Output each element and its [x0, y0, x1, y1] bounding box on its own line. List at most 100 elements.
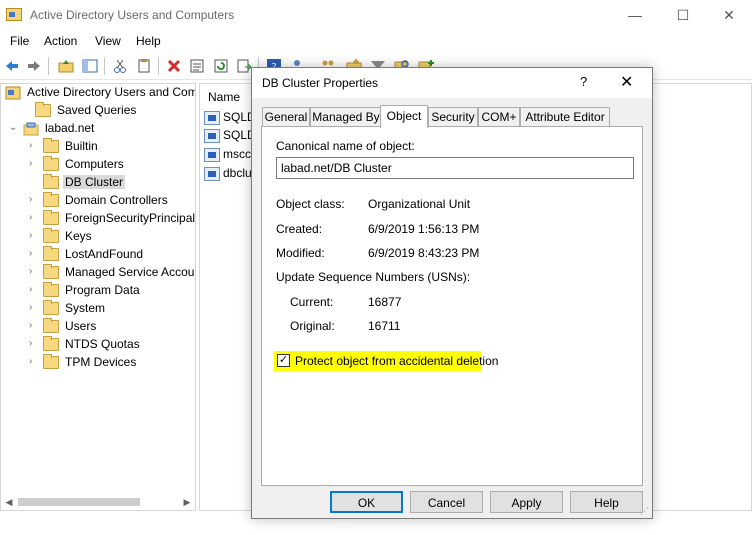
dialog-titlebar: DB Cluster Properties ? ✕: [252, 68, 652, 98]
folder-icon: [35, 102, 51, 117]
chevron-right-icon[interactable]: ›: [29, 267, 39, 277]
tree-item-label: Keys: [65, 229, 92, 243]
computer-icon: [204, 111, 220, 125]
menu-view[interactable]: View: [95, 34, 121, 48]
canonical-name-label: Canonical name of object:: [276, 139, 415, 153]
tab-object[interactable]: Object: [380, 105, 428, 128]
tree-item-label: Saved Queries: [57, 103, 137, 117]
usn-label: Update Sequence Numbers (USNs):: [276, 270, 471, 284]
ok-button[interactable]: OK: [330, 491, 403, 513]
tab-com-plus[interactable]: COM+: [478, 107, 520, 126]
object-class-label: Object class:: [276, 197, 345, 211]
chevron-down-icon[interactable]: ⌄: [9, 123, 19, 133]
usn-original-value: 16711: [368, 319, 401, 333]
protect-from-deletion-row[interactable]: ✓ Protect object from accidental deletio…: [274, 351, 498, 371]
dialog-help-button[interactable]: ?: [580, 74, 587, 89]
minimize-button[interactable]: —: [612, 4, 658, 26]
folder-icon: [43, 228, 59, 243]
object-tab-panel: Canonical name of object: labad.net/DB C…: [261, 126, 643, 486]
toolbar-separator: [104, 57, 105, 75]
delete-icon[interactable]: [166, 58, 182, 74]
main-titlebar: Active Directory Users and Computers — ☐…: [0, 0, 752, 30]
created-label: Created:: [276, 222, 323, 236]
refresh-icon[interactable]: [213, 58, 229, 74]
computer-icon: [204, 129, 220, 143]
tree-item-label: Users: [65, 319, 97, 333]
console-tree[interactable]: Active Directory Users and Com Saved Que…: [0, 83, 196, 511]
aduc-app-icon: [6, 8, 22, 21]
close-window-button[interactable]: ✕: [706, 4, 752, 26]
maximize-button[interactable]: ☐: [660, 4, 706, 26]
menu-bar: File Action View Help: [0, 30, 752, 52]
scroll-right-arrow-icon[interactable]: ▶: [180, 495, 194, 509]
help-button[interactable]: Help: [570, 491, 643, 513]
tree-item-label: Computers: [65, 157, 124, 171]
folder-icon: [43, 318, 59, 333]
toolbar-separator: [158, 57, 159, 75]
domain-icon: [23, 122, 39, 136]
ou-folder-icon: [43, 174, 59, 189]
menu-file[interactable]: File: [10, 34, 29, 48]
folder-icon: [43, 354, 59, 369]
export-list-icon[interactable]: [236, 58, 252, 74]
copy-icon[interactable]: [136, 58, 152, 74]
chevron-right-icon[interactable]: ›: [29, 249, 39, 259]
object-class-value: Organizational Unit: [368, 197, 471, 211]
up-folder-icon[interactable]: [58, 58, 74, 74]
tree-item-label: Managed Service Accour: [65, 265, 196, 279]
tree-item-label: TPM Devices: [65, 355, 137, 369]
properties-icon[interactable]: [189, 58, 205, 74]
chevron-right-icon[interactable]: ›: [29, 213, 39, 223]
folder-icon: [43, 282, 59, 297]
dialog-close-button[interactable]: ✕: [620, 72, 633, 92]
computer-icon: [204, 167, 220, 181]
chevron-right-icon[interactable]: ›: [29, 285, 39, 295]
tree-item-label: LostAndFound: [65, 247, 144, 261]
managed-service-account-icon: [204, 148, 220, 162]
dialog-title: DB Cluster Properties: [262, 76, 379, 90]
toolbar-separator: [48, 57, 49, 75]
folder-icon: [43, 210, 59, 225]
folder-icon: [43, 156, 59, 171]
tree-item-label: DB Cluster: [63, 175, 126, 189]
tree-item-label: labad.net: [45, 121, 95, 135]
chevron-right-icon[interactable]: ›: [29, 231, 39, 241]
tab-security[interactable]: Security: [428, 107, 478, 126]
folder-icon: [43, 336, 59, 351]
app-title: Active Directory Users and Computers: [30, 8, 235, 22]
tree-item-label: Domain Controllers: [65, 193, 168, 207]
created-value: 6/9/2019 1:56:13 PM: [368, 222, 480, 236]
tree-horizontal-scrollbar[interactable]: ◀ ▶: [2, 495, 194, 509]
tab-managed-by[interactable]: Managed By: [310, 107, 382, 126]
show-hide-tree-icon[interactable]: [82, 58, 98, 74]
resize-grip-icon[interactable]: ⋰: [640, 506, 650, 516]
scrollbar-thumb[interactable]: [18, 498, 140, 506]
tree-item-label: System: [65, 301, 106, 315]
canonical-name-field[interactable]: labad.net/DB Cluster: [276, 157, 634, 179]
folder-icon: [43, 246, 59, 261]
column-header-name[interactable]: Name: [208, 90, 240, 104]
tab-general[interactable]: General: [262, 107, 310, 126]
protect-from-deletion-checkbox[interactable]: ✓: [277, 354, 290, 367]
chevron-right-icon[interactable]: ›: [29, 357, 39, 367]
chevron-right-icon[interactable]: ›: [29, 321, 39, 331]
scroll-left-arrow-icon[interactable]: ◀: [2, 495, 16, 509]
chevron-right-icon[interactable]: ›: [29, 339, 39, 349]
chevron-right-icon[interactable]: ›: [29, 195, 39, 205]
tab-attribute-editor[interactable]: Attribute Editor: [520, 107, 610, 126]
cut-icon[interactable]: [112, 58, 128, 74]
list-item-label: mscc: [223, 147, 251, 161]
back-arrow-icon[interactable]: [4, 58, 20, 74]
ou-folder-icon: [43, 192, 59, 207]
apply-button[interactable]: Apply: [490, 491, 563, 513]
aduc-root-icon: [5, 86, 21, 100]
chevron-right-icon[interactable]: ›: [29, 159, 39, 169]
forward-arrow-icon[interactable]: [26, 58, 42, 74]
menu-help[interactable]: Help: [136, 34, 161, 48]
menu-action[interactable]: Action: [44, 34, 77, 48]
chevron-right-icon[interactable]: ›: [29, 141, 39, 151]
protect-from-deletion-label[interactable]: Protect object from accidental deletion: [295, 354, 498, 368]
cancel-button[interactable]: Cancel: [410, 491, 483, 513]
chevron-right-icon[interactable]: ›: [29, 303, 39, 313]
modified-label: Modified:: [276, 246, 325, 260]
